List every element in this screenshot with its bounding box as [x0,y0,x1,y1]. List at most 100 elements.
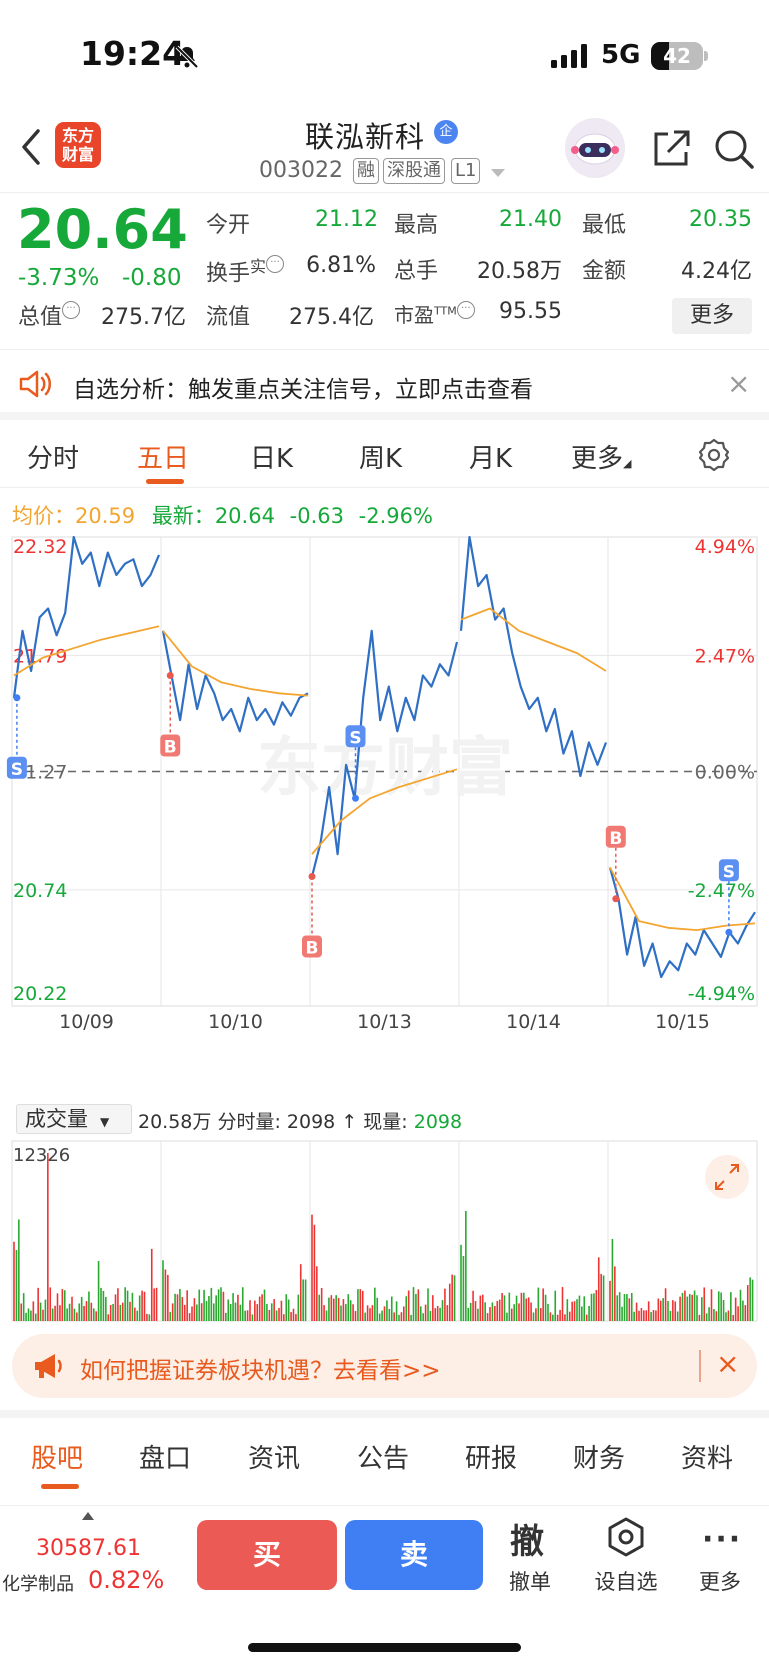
status-time: 19:24 [80,34,186,73]
tab-intraday[interactable]: 分时 [27,438,79,475]
ai-assistant-icon[interactable] [565,118,625,178]
signal-icon [551,44,587,68]
tab-weekly-k[interactable]: 周K [359,438,402,475]
cancel-order-icon[interactable]: 撤 [510,1514,544,1563]
megaphone-icon [35,1354,62,1378]
back-icon[interactable] [16,125,46,169]
quote-more-button[interactable]: 更多 [672,298,752,334]
logo-text-1: 东方 [61,126,94,145]
sell-button[interactable]: 卖 [345,1520,483,1590]
buy-button[interactable]: 买 [197,1520,337,1590]
now-volume-label: 现量: [363,1111,408,1133]
battery-icon: 42 [651,42,703,70]
tab-profile[interactable]: 资料 [681,1438,733,1475]
tab-orderbook[interactable]: 盘口 [139,1438,191,1475]
open-label: 今开 [206,213,251,238]
app-logo[interactable]: 东方 财富 [55,122,101,168]
latest-value: 20.64 [214,504,275,528]
volume-summary: 20.58万 分时量: 2098 ↑ 现量: 2098 [138,1107,462,1134]
add-watchlist-icon[interactable] [605,1516,647,1558]
search-icon[interactable] [713,128,755,170]
volume-arrow: ↑ [341,1111,358,1133]
info-icon: ··· [456,301,475,319]
bell-muted-icon [175,45,199,69]
avg-price-line [460,607,607,672]
tab-news[interactable]: 资讯 [248,1438,300,1475]
volume-frame [11,1140,758,1322]
sector-name[interactable]: 化学制品 [2,1570,74,1596]
promo-banner[interactable]: 如何把握证券板块机遇？去看看>> × [12,1334,757,1398]
info-tabs: 股吧 盘口 资讯 公告 研报 财务 资料 [0,1410,769,1489]
tab-financials[interactable]: 财务 [573,1438,625,1475]
more-button[interactable]: 更多 [680,1566,760,1596]
avg-label: 均价： [12,504,75,528]
float-label: 流值 [206,305,251,330]
dropdown-arrow-icon: ▼ [100,1115,110,1129]
high-label: 最高 [394,213,439,238]
expand-up-icon[interactable] [82,1512,94,1520]
turnover-value: 6.81% [306,253,376,278]
last-price: 20.64 [17,198,188,261]
close-icon[interactable]: × [727,367,750,400]
sector-index-value[interactable]: 30587.61 [36,1536,141,1561]
low-label: 最低 [582,213,627,238]
enterprise-badge: 企 [434,120,458,144]
signal-point [612,895,620,903]
amount-value: 4.24亿 [681,259,752,284]
tab-announcements[interactable]: 公告 [357,1438,409,1475]
more-dots-icon[interactable]: ··· [702,1522,742,1557]
tag-margin: 融 [353,158,379,184]
now-volume: 2098 [413,1111,463,1133]
five-day-price-chart[interactable]: 东方财富22.3221.7921.2720.7420.224.94%2.47%0… [0,530,769,1090]
signal-label: S [349,728,361,748]
pct-tick-label: -4.94% [688,983,755,1005]
dropdown-icon: ◢ [623,457,632,470]
price-line [161,630,309,733]
tab-research[interactable]: 研报 [465,1438,517,1475]
pct-tick-label: 4.94% [695,536,755,558]
close-icon[interactable]: × [716,1347,739,1380]
stock-code: 003022 [259,158,343,183]
volume-indicator-select[interactable]: 成交量 ▼ [16,1104,132,1134]
volume-chart[interactable]: 12326 [0,1137,769,1322]
info-icon: ··· [62,301,81,319]
status-bar: 19:24 5G 42 [0,0,769,110]
analysis-bar[interactable]: 自选分析：触发重点关注信号，立即点击查看 × [0,350,769,420]
home-indicator [248,1643,521,1652]
tab-forum[interactable]: 股吧 [31,1438,83,1475]
signal-label: B [609,829,622,849]
settings-icon[interactable] [696,437,732,473]
add-watchlist-button[interactable]: 设自选 [586,1566,666,1596]
stock-header: 东方 财富 联泓新科 企 003022 融 深股通 L1 [0,110,769,192]
x-tick-label: 10/15 [655,1011,710,1033]
price-line [12,535,161,698]
signal-label: S [11,760,23,780]
x-tick-label: 10/10 [208,1011,263,1033]
tab-more[interactable]: 更多◢ [571,438,631,475]
banner-divider [699,1350,701,1382]
quote-panel: 20.64 -3.73% -0.80 今开 21.12 最高 21.40 最低 … [0,192,769,350]
banner-text: 如何把握证券板块机遇？去看看>> [80,1358,441,1384]
float-value: 275.4亿 [289,305,374,330]
tab-monthly-k[interactable]: 月K [469,438,512,475]
cancel-order-button[interactable]: 撤单 [490,1566,570,1596]
pe-label: 市盈TTM ··· [394,299,475,328]
tab-daily-k[interactable]: 日K [250,438,293,475]
network-type: 5G [601,40,641,70]
active-tab-indicator [146,479,184,484]
signal-point [725,928,733,936]
pe-value: 95.55 [499,299,562,324]
share-icon[interactable] [650,128,692,170]
watermark: 东方财富 [257,732,513,806]
change-value: -0.80 [122,265,182,291]
signal-label: S [723,862,735,882]
chevron-down-icon[interactable] [491,169,505,177]
latest-change: -0.63 [289,504,344,528]
analysis-text: 自选分析：触发重点关注信号，立即点击查看 [73,377,533,403]
volume-max-label: 12326 [13,1145,70,1166]
sector-pct[interactable]: 0.82% [88,1566,164,1594]
y-tick-label: 22.32 [13,536,67,558]
mcap-value: 275.7亿 [101,305,186,330]
open-value: 21.12 [315,207,378,232]
tab-five-day[interactable]: 五日 [137,438,189,475]
